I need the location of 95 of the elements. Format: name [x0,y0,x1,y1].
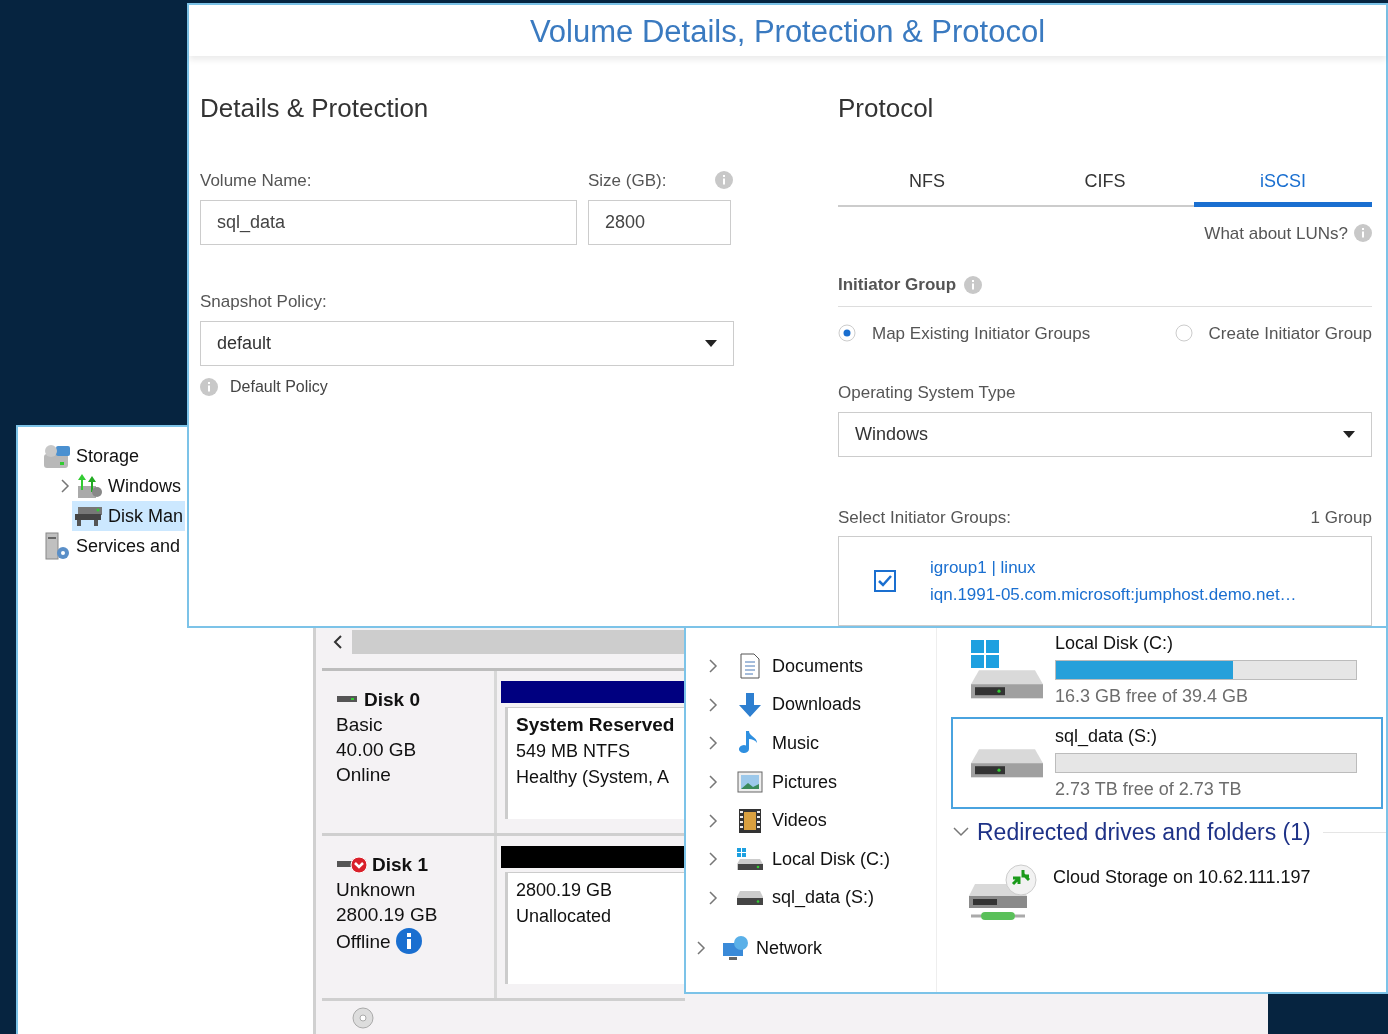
section-heading: Protocol [838,91,935,125]
help-link[interactable]: What about LUNs? [1204,220,1348,246]
protocol-tab[interactable]: iSCSI [1194,160,1372,207]
tree-item[interactable]: Services and [40,531,183,561]
chevron-icon[interactable] [696,941,706,956]
nav-item[interactable]: Network [722,934,822,962]
disk-name: Disk 1 [372,853,428,877]
partition-detail: 549 MB NTFS [516,740,631,763]
dropdown[interactable]: Windows [838,411,1372,457]
group-name-link[interactable]: igroup1 | linux [930,554,1297,581]
group-count: 1 Group [1310,506,1372,529]
document-icon [739,653,761,680]
radio-option[interactable]: Create Initiator Group [1174,320,1372,346]
chevron-icon[interactable] [708,736,718,751]
group-heading: Initiator Group [838,274,957,296]
cd-drive-icon [352,1007,374,1029]
drive-name: sql_data (S:) [1055,725,1159,749]
tree-item[interactable]: Storage [40,441,142,471]
field-label: Select Initiator Groups: [838,506,1011,529]
disk-status: Offline [336,929,391,954]
chevron-down-icon[interactable] [953,827,969,838]
hard-drive-icon [736,889,764,906]
server-gear-icon [42,531,72,561]
disk-status: Online [336,763,391,787]
partition-detail: Unallocated [516,905,612,928]
nav-item[interactable]: Local Disk (C:) [736,845,891,873]
drive-free-space: 16.3 GB free of 39.4 GB [1055,685,1250,708]
tree-item[interactable]: Disk Man [72,501,185,531]
scrollbar-track[interactable] [352,630,685,654]
network-icon [722,935,750,962]
chevron-icon[interactable] [708,659,718,674]
radio-button[interactable] [1174,324,1193,343]
drive-tile[interactable]: Local Disk (C:) 16.3 GB free of 39.4 GB [951,629,1383,711]
partition-title: System Reserved [516,713,675,737]
radio-option[interactable]: Map Existing Initiator Groups [838,320,1091,346]
input-field[interactable]: 2800 [588,200,731,245]
storage-icon [42,442,72,470]
info-icon [200,377,218,396]
picture-icon [737,771,763,794]
field-label: Operating System Type [838,382,1017,404]
nav-item[interactable]: Pictures [736,768,838,796]
drive-free-space: 2.73 TB free of 2.73 TB [1055,778,1243,801]
drive-name: Local Disk (C:) [1055,632,1175,655]
chevron-icon[interactable] [708,697,718,712]
field-label: Volume Name: [200,169,313,192]
windows-drive-icon [736,847,764,872]
download-arrow-icon [737,691,763,718]
info-icon[interactable] [394,927,423,955]
group-heading: Redirected drives and folders (1) [977,818,1311,847]
policy-note: Default Policy [230,376,328,397]
nav-item[interactable]: Downloads [736,691,862,719]
iqn-text: iqn.1991-05.com.microsoft:jumphost.demo.net… [930,584,1297,606]
hard-drive-icon [971,746,1043,780]
nav-item[interactable]: Videos [736,807,827,835]
dialog-title: Volume Details, Protection & Protocol [529,13,1046,51]
chevron-icon[interactable] [708,852,718,867]
disk-name: Disk 0 [364,688,420,712]
partition-detail: 2800.19 GB [516,879,613,902]
chevron-icon[interactable] [60,479,70,493]
section-heading: Details & Protection [200,91,430,125]
hard-drive-icon [971,667,1043,701]
caret-icon [705,339,717,347]
partition-detail: Healthy (System, A [516,766,670,789]
chevron-icon[interactable] [708,775,718,790]
disk-size: 40.00 GB [336,738,418,762]
field-label: Size (GB): [588,169,667,192]
disk-size: 2800.19 GB [336,903,439,927]
nav-item[interactable]: sql_data (S:) [736,884,875,912]
disk-type: Basic [336,713,384,737]
drive-tile[interactable]: sql_data (S:) 2.73 TB free of 2.73 TB [951,717,1383,809]
caret-icon [1343,430,1355,438]
chevron-icon[interactable] [708,890,718,905]
windows-logo-icon [971,639,999,668]
network-drive-label: Cloud Storage on 10.62.111.197 [1053,865,1311,889]
nav-item[interactable]: Documents [736,652,864,680]
info-icon [1354,224,1372,243]
field-label: Snapshot Policy: [200,291,328,313]
network-drive-item[interactable]: Cloud Storage on 10.62.111.197 [951,863,1383,930]
info-icon [964,275,983,294]
dropdown[interactable]: default [200,320,734,366]
film-icon [738,807,762,834]
info-icon [715,171,733,190]
input-field[interactable]: sql_data [200,200,577,245]
tree-item[interactable]: Windows [72,471,184,501]
radio-button[interactable] [838,324,856,343]
partition-block[interactable]: System Reserved 549 MB NTFS Healthy (System, A [505,707,685,819]
chevron-icon[interactable] [708,813,718,828]
protocol-tab[interactable]: NFS [838,160,1016,207]
checkbox[interactable] [873,570,896,592]
scroll-left-icon[interactable] [332,635,344,649]
protocol-tab[interactable]: CIFS [1016,160,1194,207]
disk-drive-icon [74,505,104,527]
nav-item[interactable]: Music [736,729,819,758]
partition-block[interactable]: 2800.19 GB Unallocated [505,872,685,984]
disk-type: Unknown [336,878,417,902]
